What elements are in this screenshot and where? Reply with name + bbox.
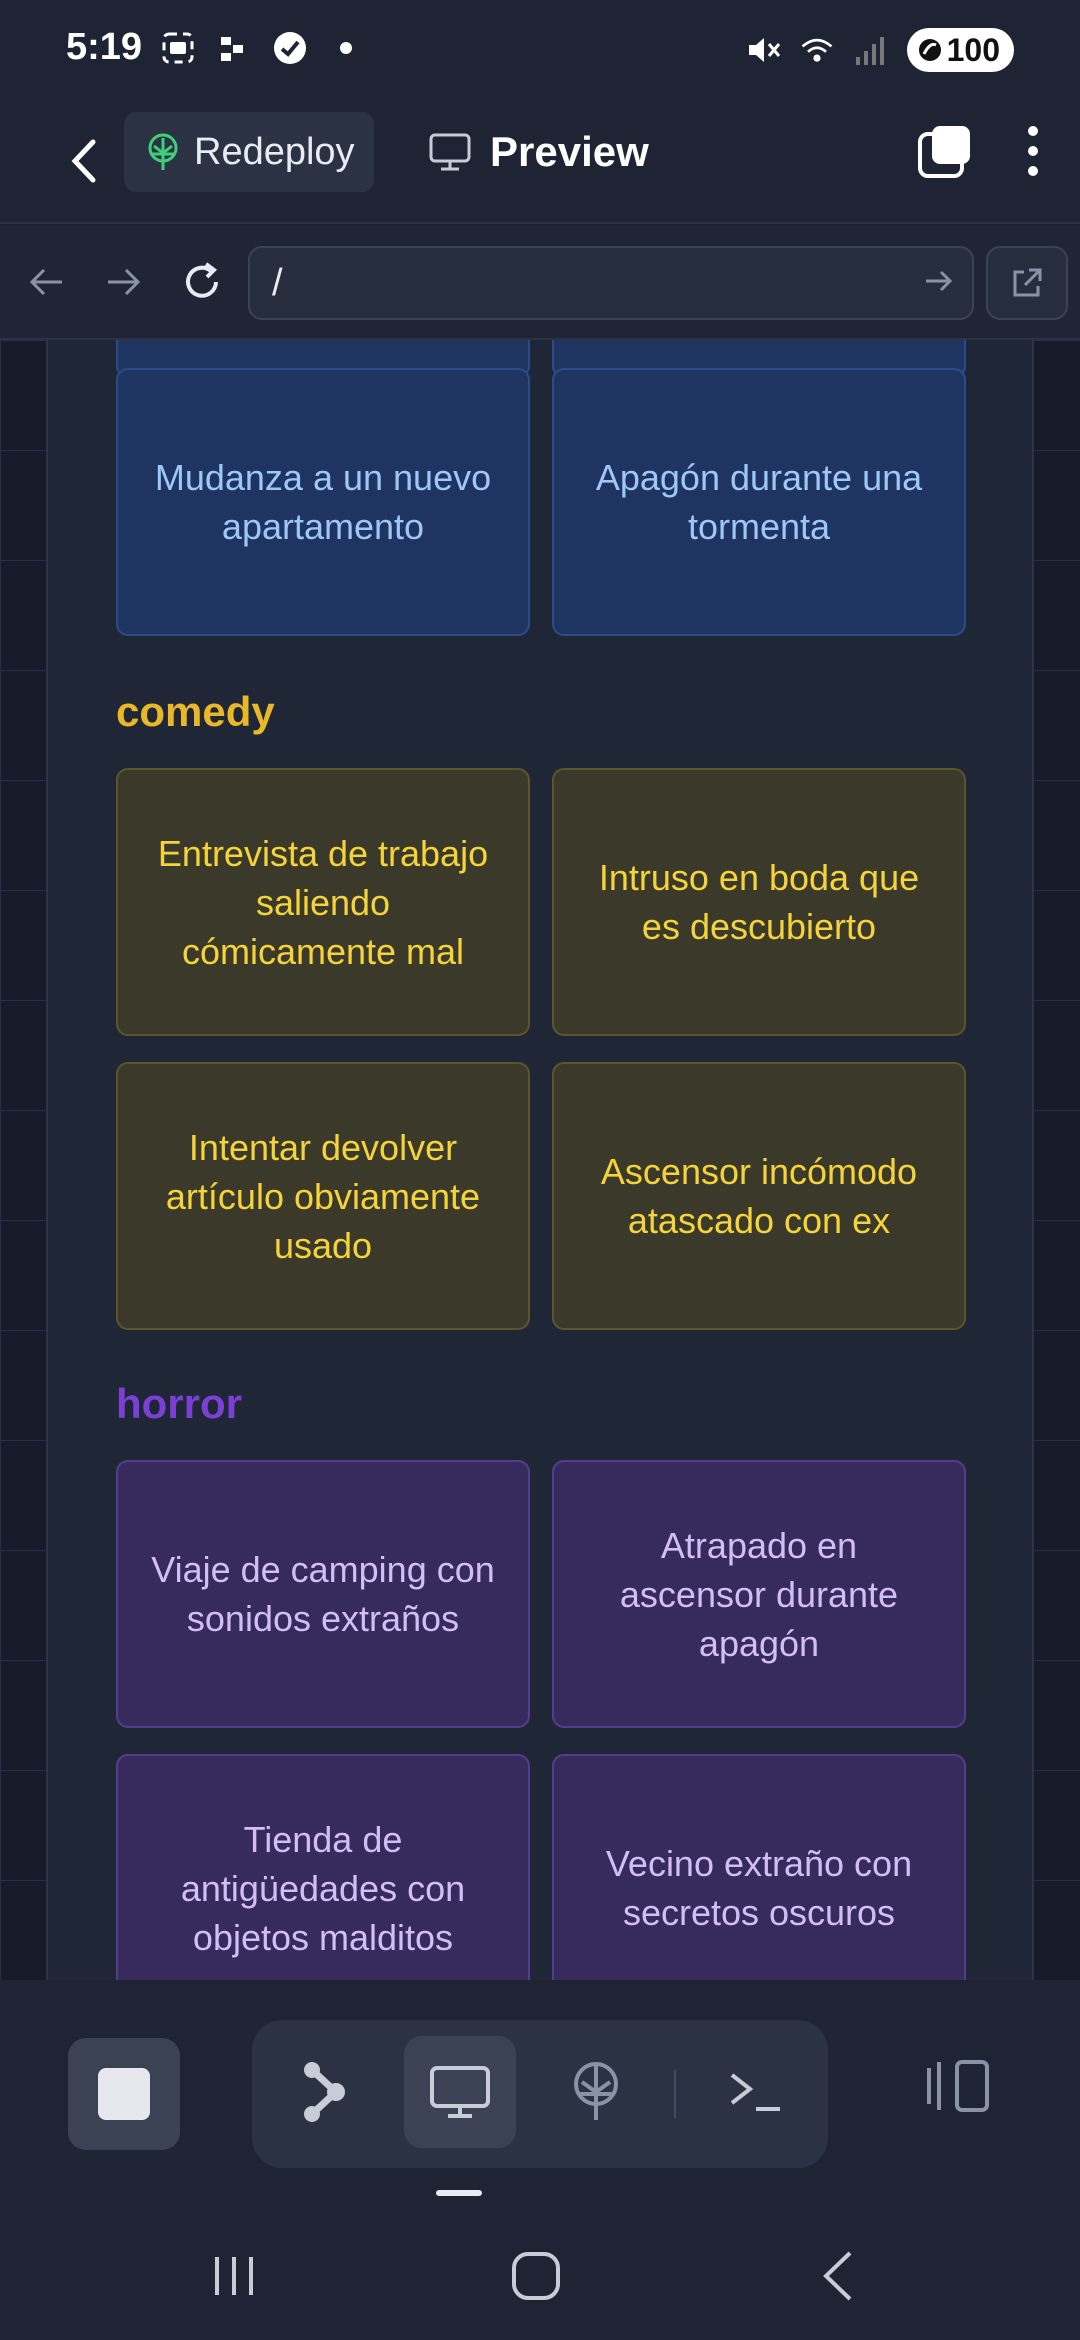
scenario-card[interactable]: Intentar devolver artículo obviamente us…: [116, 1062, 530, 1330]
mute-icon: [745, 32, 781, 68]
system-back-button[interactable]: [808, 2246, 868, 2306]
battery-indicator: 100: [906, 28, 1014, 72]
battery-level: 100: [946, 31, 1000, 68]
chevron-left-icon: [71, 139, 96, 183]
arrow-left-icon: [29, 268, 62, 296]
redeploy-button[interactable]: Redeploy: [124, 112, 374, 192]
redeploy-label: Redeploy: [194, 130, 355, 173]
status-time: 5:19: [66, 26, 143, 68]
stop-button[interactable]: [68, 2038, 180, 2150]
section-title-horror: horror: [116, 1380, 242, 1427]
back-button[interactable]: [54, 128, 114, 194]
deploy-icon: [574, 2062, 618, 2120]
scenario-card[interactable]: Vecino extraño con secretos oscuros: [552, 1754, 966, 1980]
status-right-icons: 100: [745, 28, 1014, 72]
check-circle-icon: [272, 30, 308, 66]
monitor-icon: [429, 133, 471, 171]
browser-forward-button[interactable]: [96, 254, 152, 310]
url-text: /: [272, 262, 283, 304]
content-panel: Mudanza a un nuevo apartamento Apagón du…: [46, 340, 1034, 1980]
tab-preview[interactable]: Preview: [428, 112, 649, 192]
layout-toggle-button[interactable]: [922, 2050, 994, 2122]
app-header: Redeploy Preview: [0, 100, 1080, 224]
tabs-switcher-button[interactable]: [916, 122, 974, 185]
screenshot-icon: [160, 30, 196, 66]
tool-terminal[interactable]: [700, 2036, 812, 2148]
stop-icon: [98, 2068, 150, 2120]
more-options-button[interactable]: [1026, 123, 1040, 184]
url-input[interactable]: /: [248, 246, 974, 320]
battery-leaf-icon: [918, 39, 941, 61]
status-bar: 5:19 100: [0, 0, 1080, 100]
system-navigation: [0, 2210, 1080, 2340]
tool-preview[interactable]: [404, 2036, 516, 2148]
terminal-icon: [730, 2073, 780, 2111]
arrow-right-icon: [926, 270, 953, 292]
section-title-comedy: comedy: [116, 688, 275, 735]
scenario-card[interactable]: Atrapado en ascensor durante apagón: [552, 1460, 966, 1728]
tool-divider: [674, 2070, 676, 2118]
preview-viewport[interactable]: Mudanza a un nuevo apartamento Apagón du…: [0, 340, 1080, 1980]
scenario-card[interactable]: Viaje de camping con sonidos extraños: [116, 1460, 530, 1728]
home-icon: [512, 2252, 560, 2300]
recents-button[interactable]: [204, 2246, 264, 2306]
url-go-button[interactable]: [924, 266, 954, 301]
recents-icon: [215, 2257, 253, 2295]
browser-back-button[interactable]: [18, 254, 74, 310]
status-left-icons: [160, 30, 364, 66]
tabs-icon: [918, 126, 970, 178]
preview-label: Preview: [490, 128, 649, 175]
open-external-button[interactable]: [986, 246, 1068, 320]
share-graph-icon: [304, 2062, 345, 2122]
tool-group: [252, 2020, 828, 2168]
arrow-right-icon: [108, 268, 141, 296]
scenario-card[interactable]: Intruso en boda que es descubierto: [552, 768, 966, 1036]
home-indicator: [436, 2190, 482, 2196]
url-bar: /: [0, 226, 1080, 340]
monitor-icon: [430, 2066, 490, 2118]
deploy-tree-icon: [148, 133, 178, 170]
tool-deploy[interactable]: [540, 2036, 652, 2148]
reload-button[interactable]: [174, 254, 230, 310]
app-icon: [216, 30, 252, 66]
kebab-menu-icon: [1028, 126, 1038, 176]
bottom-toolbar: [0, 1980, 1080, 2340]
scenario-card[interactable]: Ascensor incómodo atascado con ex: [552, 1062, 966, 1330]
signal-icon: [853, 32, 889, 68]
external-link-icon: [1013, 268, 1042, 297]
scenario-card[interactable]: Mudanza a un nuevo apartamento: [116, 368, 530, 636]
chevron-left-icon: [823, 2251, 852, 2301]
scenario-card[interactable]: Tienda de antigüedades con objetos maldi…: [116, 1754, 530, 1980]
reload-icon: [186, 262, 218, 298]
scenario-card[interactable]: Apagón durante una tormenta: [552, 368, 966, 636]
home-button[interactable]: [506, 2246, 566, 2306]
split-view-icon: [927, 2060, 989, 2112]
dot-icon: [328, 30, 364, 66]
wifi-icon: [799, 32, 835, 68]
header-actions: [916, 122, 1040, 185]
scenario-card[interactable]: Entrevista de trabajo saliendo cómicamen…: [116, 768, 530, 1036]
tool-share-graph[interactable]: [268, 2036, 380, 2148]
